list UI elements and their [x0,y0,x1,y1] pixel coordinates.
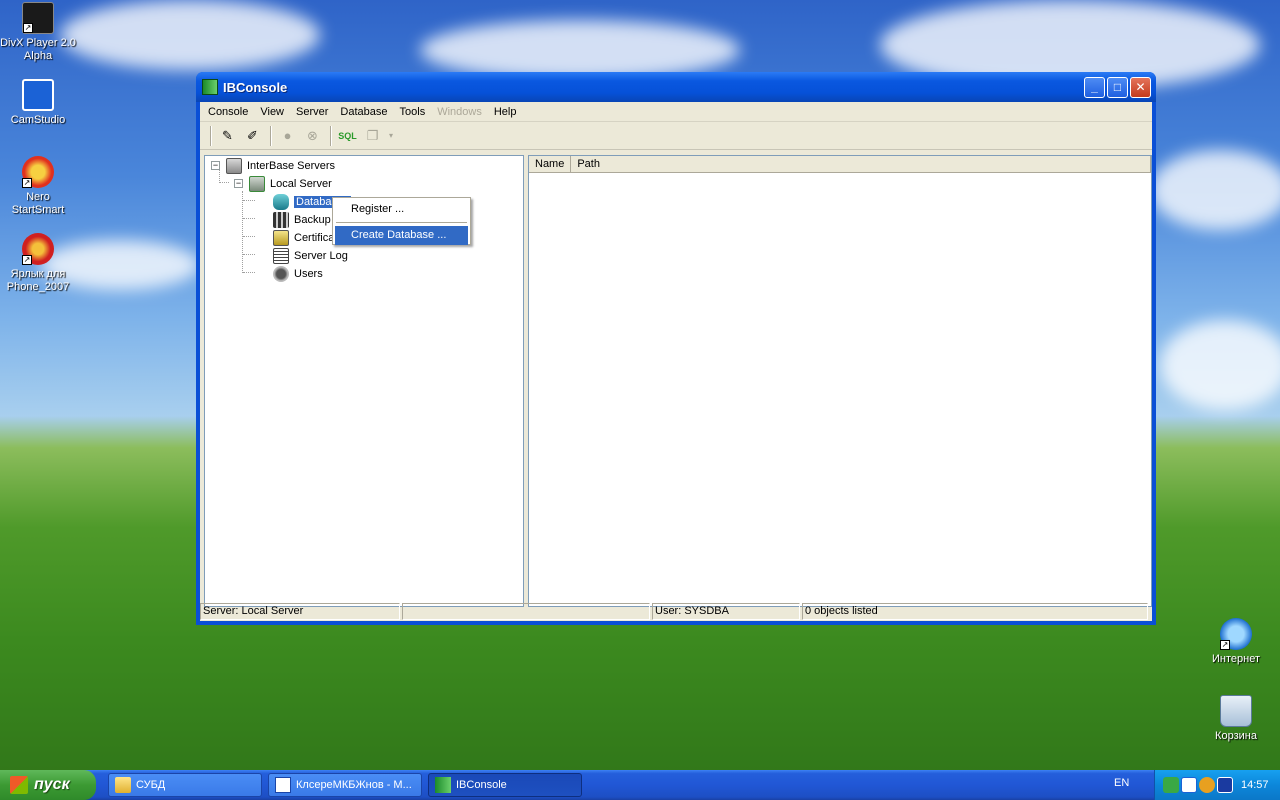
desktop-icon-label: Nero StartSmart [11,191,65,216]
menu-console[interactable]: Console [202,102,254,122]
start-button[interactable]: пуск [0,770,96,800]
object-list-pane[interactable]: Name Path [528,155,1152,607]
server-log-icon [273,247,289,264]
ibconsole-window: IBConsole _ □ ✕ Console View Server Data… [196,72,1156,625]
taskbar-button-subd[interactable]: СУБД [108,773,262,797]
system-tray: 14:57 [1154,770,1280,800]
tree-node-label: InterBase Servers [247,159,336,172]
desktop-icon-phone[interactable]: ↗ Ярлык для Phone_2007 [0,233,76,294]
task-label: СУБД [136,779,166,791]
toolbar: ✎ ✐ ● ⊗ SQL ❐ ▾ [200,122,1152,150]
servers-icon [226,157,242,174]
camstudio-icon [22,79,54,111]
display-icon[interactable] [1217,777,1233,793]
context-item-create-database[interactable]: Create Database ... [335,226,468,245]
camstudio-tray-icon[interactable] [1181,777,1197,793]
unregister-server-icon[interactable]: ✐ [241,125,264,147]
windows-list-icon: ❐ [366,127,379,143]
status-blank [402,602,650,620]
ibconsole-icon [435,777,451,793]
server-connected-icon [249,175,265,192]
task-label: IBConsole [456,779,507,791]
tree-node-local-server[interactable]: − Local Server [234,175,332,192]
folder-icon [115,777,131,793]
desktop-icon-internet[interactable]: ↗ Интернет [1198,618,1274,666]
phone-icon: ↗ [22,233,54,265]
task-label: КлсереМКБЖнов - M... [296,779,412,791]
tree-node-label: Users [294,267,323,280]
tree-node-server-log[interactable]: Server Log [273,247,348,264]
desktop-icon-label: CamStudio [10,114,66,126]
column-header-name[interactable]: Name [529,156,572,172]
interactive-sql-icon[interactable]: SQL [336,125,359,147]
network-icon[interactable] [1163,777,1179,793]
internet-explorer-icon: ↗ [1220,618,1252,650]
desktop-icon-recycle-bin[interactable]: Корзина [1198,695,1274,743]
nero-icon: ↗ [22,156,54,188]
databases-icon [273,193,289,210]
tree-node-users[interactable]: Users [273,265,323,282]
window-title: IBConsole [223,79,288,95]
windows-logo-icon [10,776,28,794]
close-button[interactable]: ✕ [1130,76,1151,98]
security-icon[interactable] [1199,777,1215,793]
clock: 14:57 [1241,779,1269,791]
backup-icon [273,211,289,228]
toolbar-separator [270,125,272,146]
status-bar: Server: Local Server User: SYSDBA 0 obje… [200,601,1152,621]
toolbar-separator [330,125,332,146]
minimize-button[interactable]: _ [1084,76,1105,98]
collapse-icon[interactable]: − [211,161,220,170]
menu-database[interactable]: Database [334,102,393,122]
menu-windows: Windows [437,105,482,118]
ibconsole-app-icon [202,79,218,95]
status-object-count: 0 objects listed [802,602,1148,620]
start-label: пуск [34,776,70,793]
window-client-area: Console View Server Database Tools Windo… [200,102,1152,621]
list-header: Name Path [529,156,1151,173]
title-bar[interactable]: IBConsole _ □ ✕ [196,72,1156,102]
menu-bar: Console View Server Database Tools Windo… [200,102,1152,122]
users-icon [273,265,289,282]
divx-icon: ↗ [22,2,54,34]
connect-database-icon: ● [283,128,292,143]
taskbar: пуск СУБД КлсереМКБЖнов - M... IBConsole [0,770,1280,800]
desktop-icon-label: Интернет [1212,653,1260,665]
tree-node-interbase-servers[interactable]: − InterBase Servers [211,157,335,174]
tree-node-label: Server Log [294,249,348,262]
tree-node-label: Backup [294,213,331,226]
status-user: User: SYSDBA [652,602,800,620]
desktop-icon-label: Корзина [1215,730,1257,742]
taskbar-button-ibconsole[interactable]: IBConsole [428,773,582,797]
tree-node-backup[interactable]: Backup [273,211,331,228]
column-header-path[interactable]: Path [571,156,1151,172]
language-indicator[interactable]: EN [1114,777,1129,789]
recycle-bin-icon [1220,695,1252,727]
menu-tools[interactable]: Tools [394,102,432,122]
collapse-icon[interactable]: − [234,179,243,188]
maximize-button[interactable]: □ [1107,76,1128,98]
desktop-icon-nero[interactable]: ↗ Nero StartSmart [0,156,76,217]
chevron-down-icon: ▾ [388,131,393,140]
desktop-icon-divx[interactable]: ↗ DivX Player 2.0 Alpha [0,2,76,63]
word-document-icon [275,777,291,793]
taskbar-button-document[interactable]: КлсереМКБЖнов - M... [268,773,422,797]
context-separator [336,222,467,223]
disconnect-database-icon: ⊗ [307,127,318,143]
menu-view[interactable]: View [254,102,290,122]
register-server-icon[interactable]: ✎ [216,125,239,147]
status-server: Server: Local Server [200,602,400,620]
certificates-icon [273,229,289,246]
context-item-register[interactable]: Register ... [335,200,468,219]
menu-help[interactable]: Help [488,102,523,122]
desktop-icon-camstudio[interactable]: CamStudio [0,79,76,127]
desktop-icon-label: Ярлык для Phone_2007 [6,268,70,293]
context-menu: Register ... Create Database ... [332,197,471,245]
tree-node-label: Local Server [270,177,332,190]
toolbar-separator [210,125,212,146]
desktop-icon-label: DivX Player 2.0 Alpha [0,37,76,62]
menu-server[interactable]: Server [290,102,334,122]
